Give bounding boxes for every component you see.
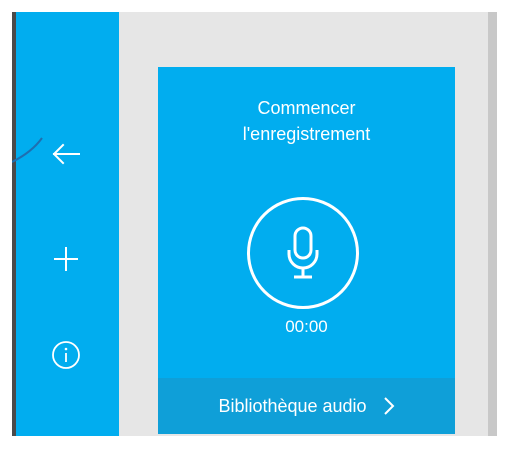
scrollbar[interactable] — [488, 12, 497, 436]
back-button[interactable] — [44, 132, 88, 176]
info-button[interactable] — [44, 333, 88, 377]
app-window: Commencer l'enregistrement 00:00 Bibliot… — [12, 12, 497, 436]
audio-library-button[interactable]: Bibliothèque audio — [158, 378, 455, 434]
add-button[interactable] — [44, 237, 88, 281]
plus-icon — [54, 247, 78, 271]
sidebar — [16, 12, 119, 436]
microphone-icon — [287, 226, 319, 279]
start-recording-title: Commencer l'enregistrement — [242, 98, 371, 144]
record-button[interactable] — [247, 197, 359, 309]
audio-library-label: Bibliothèque audio — [218, 395, 367, 416]
recording-timer: 00:00 — [285, 317, 328, 336]
recorder-card: Commencer l'enregistrement 00:00 Bibliot… — [158, 67, 455, 434]
info-icon — [52, 341, 80, 369]
chevron-right-icon — [383, 396, 395, 416]
arrow-left-icon — [52, 143, 80, 165]
